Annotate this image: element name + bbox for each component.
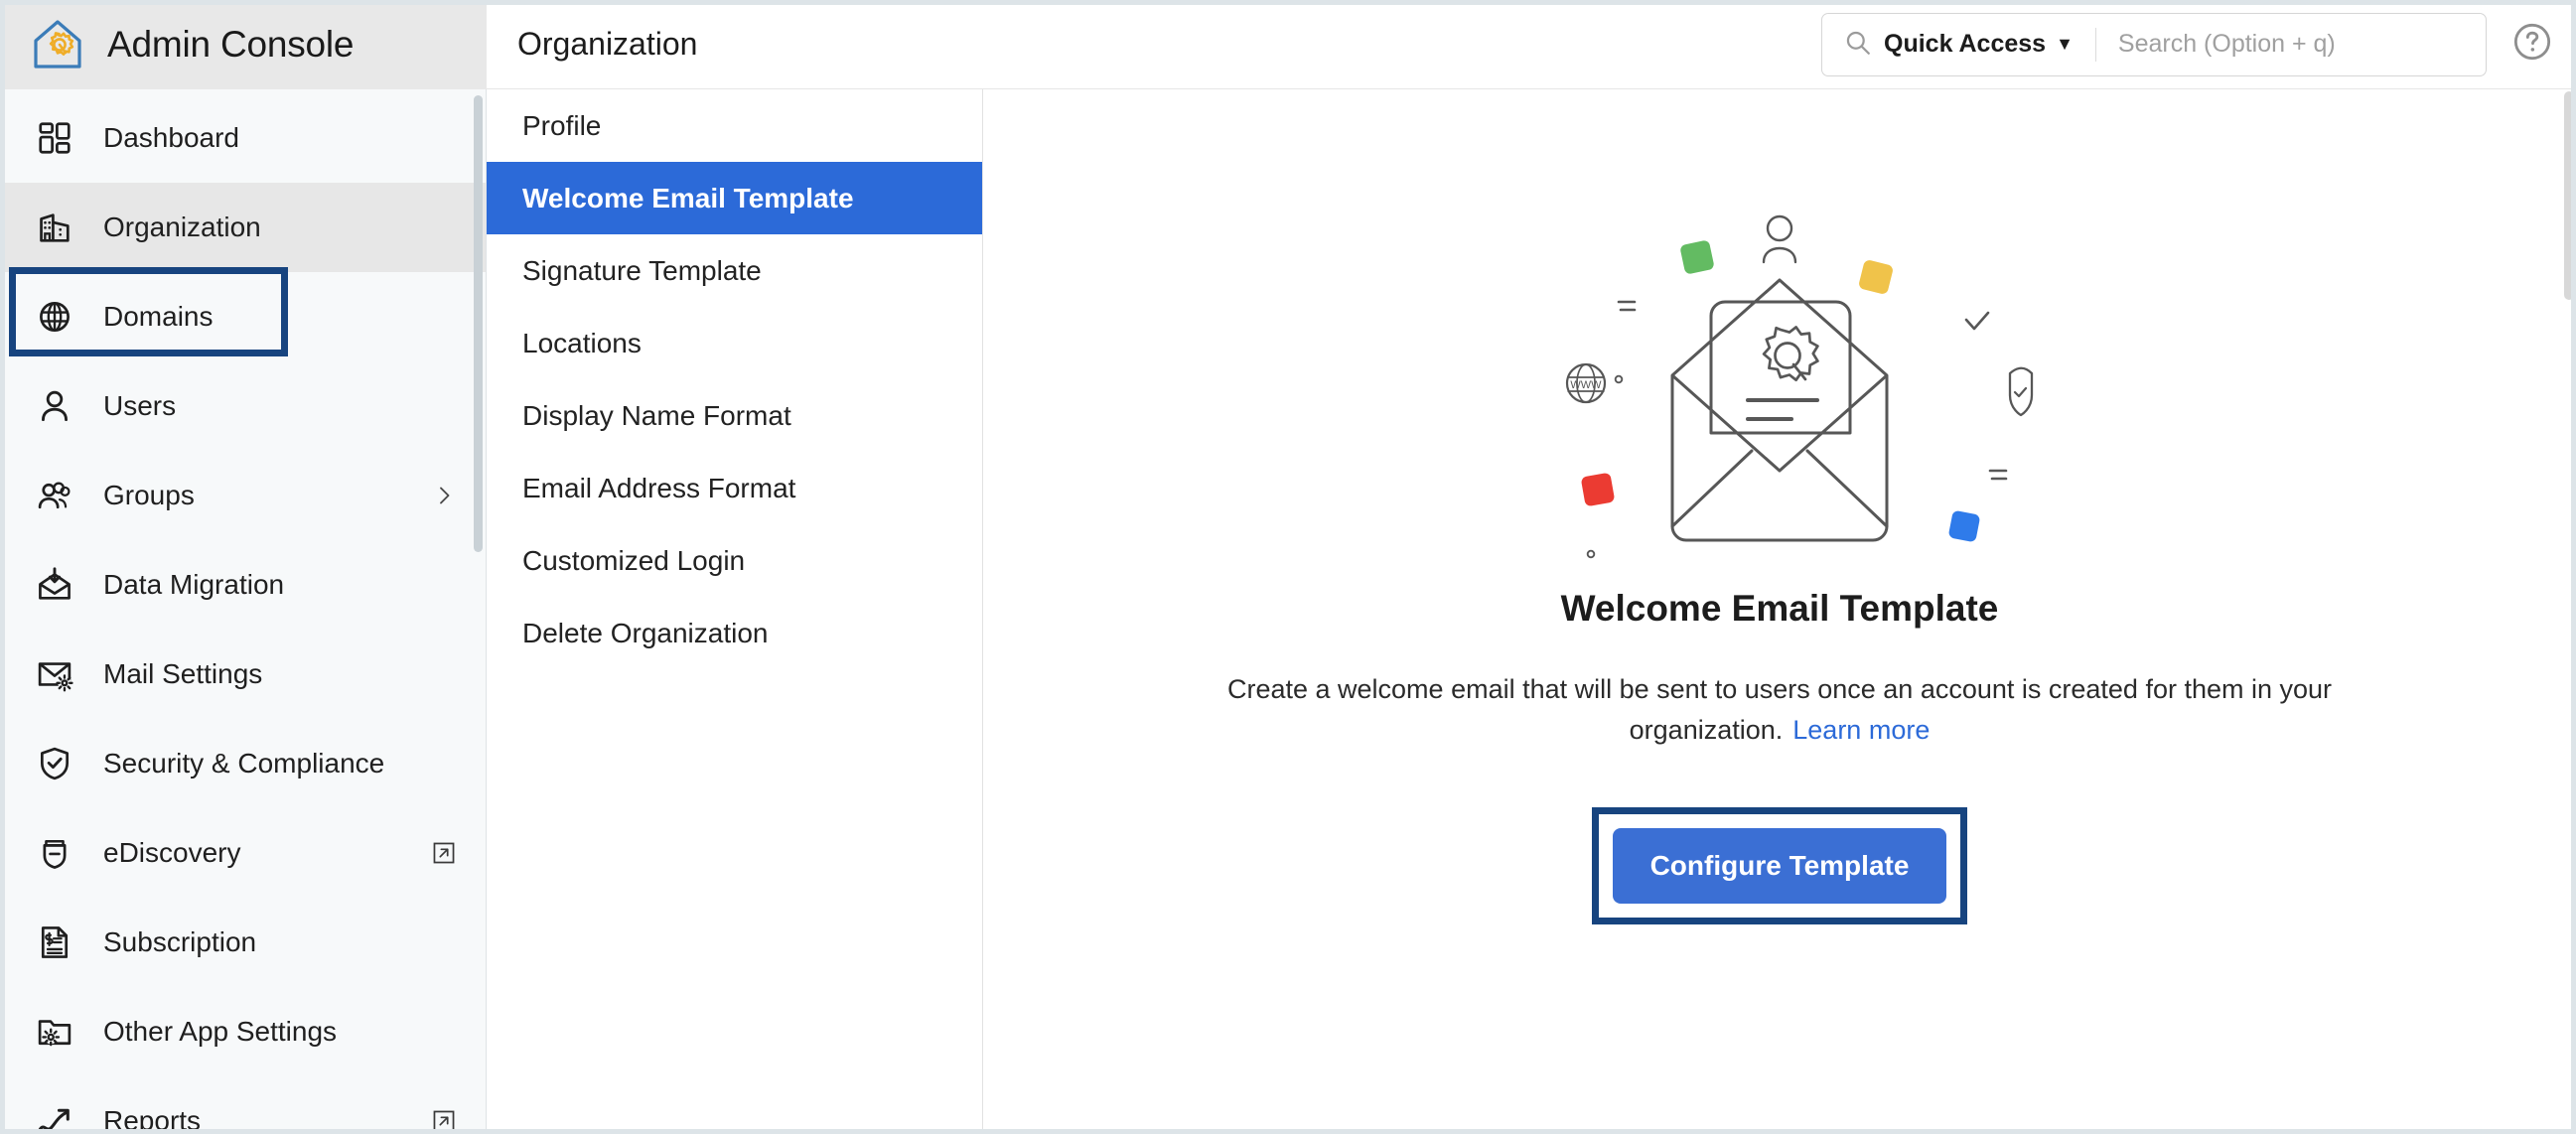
sidebar-item-trailing — [430, 392, 458, 420]
top-bar-main: Organization Quick Access ▼ Search (Opti… — [487, 0, 2576, 89]
shield-check-icon — [34, 743, 75, 784]
envelope-download-icon — [34, 564, 75, 606]
quick-access-label[interactable]: Quick Access — [1884, 30, 2046, 59]
search-icon — [1844, 29, 1871, 61]
brand-title: Admin Console — [107, 24, 355, 65]
sidebar-item-trailing — [430, 213, 458, 241]
annotation-highlight-configure-template: Configure Template — [1591, 807, 1968, 924]
sidebar-item-reports[interactable]: Reports — [0, 1076, 486, 1134]
submenu-item-display-name-format[interactable]: Display Name Format — [487, 379, 982, 452]
body-area: Dashboard Organization Domains Users Gro… — [0, 89, 2576, 1134]
sidebar-item-label: Dashboard — [103, 122, 239, 153]
sidebar-item-ediscovery[interactable]: eDiscovery — [0, 808, 486, 898]
sidebar-item-trailing — [430, 928, 458, 956]
house-gear-icon — [30, 17, 85, 72]
sidebar: Dashboard Organization Domains Users Gro… — [0, 89, 487, 1134]
chevron-down-icon[interactable]: ▼ — [2056, 34, 2074, 55]
submenu-item-profile[interactable]: Profile — [487, 89, 982, 162]
admin-console-window: Admin Console Organization Quick Access … — [0, 0, 2576, 1134]
chevron-right-icon[interactable] — [430, 482, 458, 509]
sidebar-item-label: Other App Settings — [103, 1016, 338, 1047]
search-input[interactable]: Search (Option + q) — [2118, 30, 2336, 59]
brand-area[interactable]: Admin Console — [0, 0, 487, 89]
sidebar-item-trailing — [430, 124, 458, 152]
sidebar-item-label: eDiscovery — [103, 837, 241, 868]
search-bar[interactable]: Quick Access ▼ Search (Option + q) — [1821, 12, 2487, 76]
question-circle-icon[interactable] — [2512, 22, 2552, 67]
sidebar-item-label: Organization — [103, 212, 261, 242]
sidebar-item-label: Groups — [103, 480, 195, 510]
submenu-item-delete-organization[interactable]: Delete Organization — [487, 597, 982, 669]
sidebar-scrollbar[interactable] — [474, 95, 483, 552]
empty-state-title: Welcome Email Template — [1560, 588, 1999, 629]
top-bar: Admin Console Organization Quick Access … — [0, 0, 2576, 89]
trend-up-icon — [34, 1100, 75, 1134]
sidebar-item-label: Security & Compliance — [103, 748, 385, 779]
sidebar-item-users[interactable]: Users — [0, 361, 486, 451]
svg-text:WWW: WWW — [1570, 379, 1602, 391]
sidebar-item-data-migration[interactable]: Data Migration — [0, 540, 486, 630]
sidebar-item-mail-settings[interactable]: Mail Settings — [0, 630, 486, 719]
sidebar-item-groups[interactable]: Groups — [0, 451, 486, 540]
sidebar-item-domains[interactable]: Domains — [0, 272, 486, 361]
sidebar-item-label: Reports — [103, 1105, 202, 1134]
search-divider — [2094, 27, 2096, 62]
sidebar-item-other-app-settings[interactable]: Other App Settings — [0, 987, 486, 1076]
content-scrollbar[interactable] — [2562, 89, 2576, 1134]
sidebar-item-trailing — [430, 750, 458, 778]
sidebar-item-trailing — [430, 660, 458, 688]
learn-more-link[interactable]: Learn more — [1792, 715, 1930, 745]
page-title: Organization — [517, 26, 698, 62]
invoice-dollar-icon — [34, 921, 75, 963]
sidebar-item-trailing — [430, 571, 458, 599]
sidebar-item-trailing — [430, 1018, 458, 1046]
globe-icon — [34, 296, 75, 338]
sidebar-item-label: Subscription — [103, 926, 257, 957]
content-scrollbar-thumb[interactable] — [2564, 91, 2574, 300]
empty-state-description-text: Create a welcome email that will be sent… — [1226, 674, 2333, 745]
envelope-gear-icon — [34, 653, 75, 695]
submenu-item-email-address-format[interactable]: Email Address Format — [487, 452, 982, 524]
sidebar-item-label: Domains — [103, 301, 214, 332]
organization-submenu: Profile Welcome Email Template Signature… — [487, 89, 983, 1134]
submenu-item-welcome-email-template[interactable]: Welcome Email Template — [487, 162, 982, 234]
open-envelope-gear-illustration: WWW — [1502, 185, 2058, 572]
submenu-item-signature-template[interactable]: Signature Template — [487, 234, 982, 307]
submenu-item-locations[interactable]: Locations — [487, 307, 982, 379]
users-group-icon — [34, 475, 75, 516]
submenu-item-customized-login[interactable]: Customized Login — [487, 524, 982, 597]
user-icon — [34, 385, 75, 427]
sidebar-item-label: Users — [103, 390, 177, 421]
top-bar-right: Quick Access ▼ Search (Option + q) — [1821, 12, 2552, 76]
sidebar-item-security-compliance[interactable]: Security & Compliance — [0, 719, 486, 808]
sidebar-item-label: Data Migration — [103, 569, 285, 600]
sidebar-item-subscription[interactable]: Subscription — [0, 898, 486, 987]
ediscovery-icon — [34, 832, 75, 874]
main-content: WWW Welcome Email Template Create a welc… — [983, 89, 2576, 1134]
grid-dashboard-icon — [34, 117, 75, 159]
sidebar-item-trailing — [430, 303, 458, 331]
sidebar-item-organization[interactable]: Organization — [0, 183, 486, 272]
folder-gear-icon — [34, 1011, 75, 1053]
sidebar-item-dashboard[interactable]: Dashboard — [0, 93, 486, 183]
configure-template-button[interactable]: Configure Template — [1612, 828, 1947, 904]
external-link-icon[interactable] — [430, 839, 458, 867]
building-icon — [34, 207, 75, 248]
sidebar-item-label: Mail Settings — [103, 658, 263, 689]
empty-state-description: Create a welcome email that will be sent… — [1214, 669, 2346, 750]
external-link-icon[interactable] — [430, 1107, 458, 1134]
